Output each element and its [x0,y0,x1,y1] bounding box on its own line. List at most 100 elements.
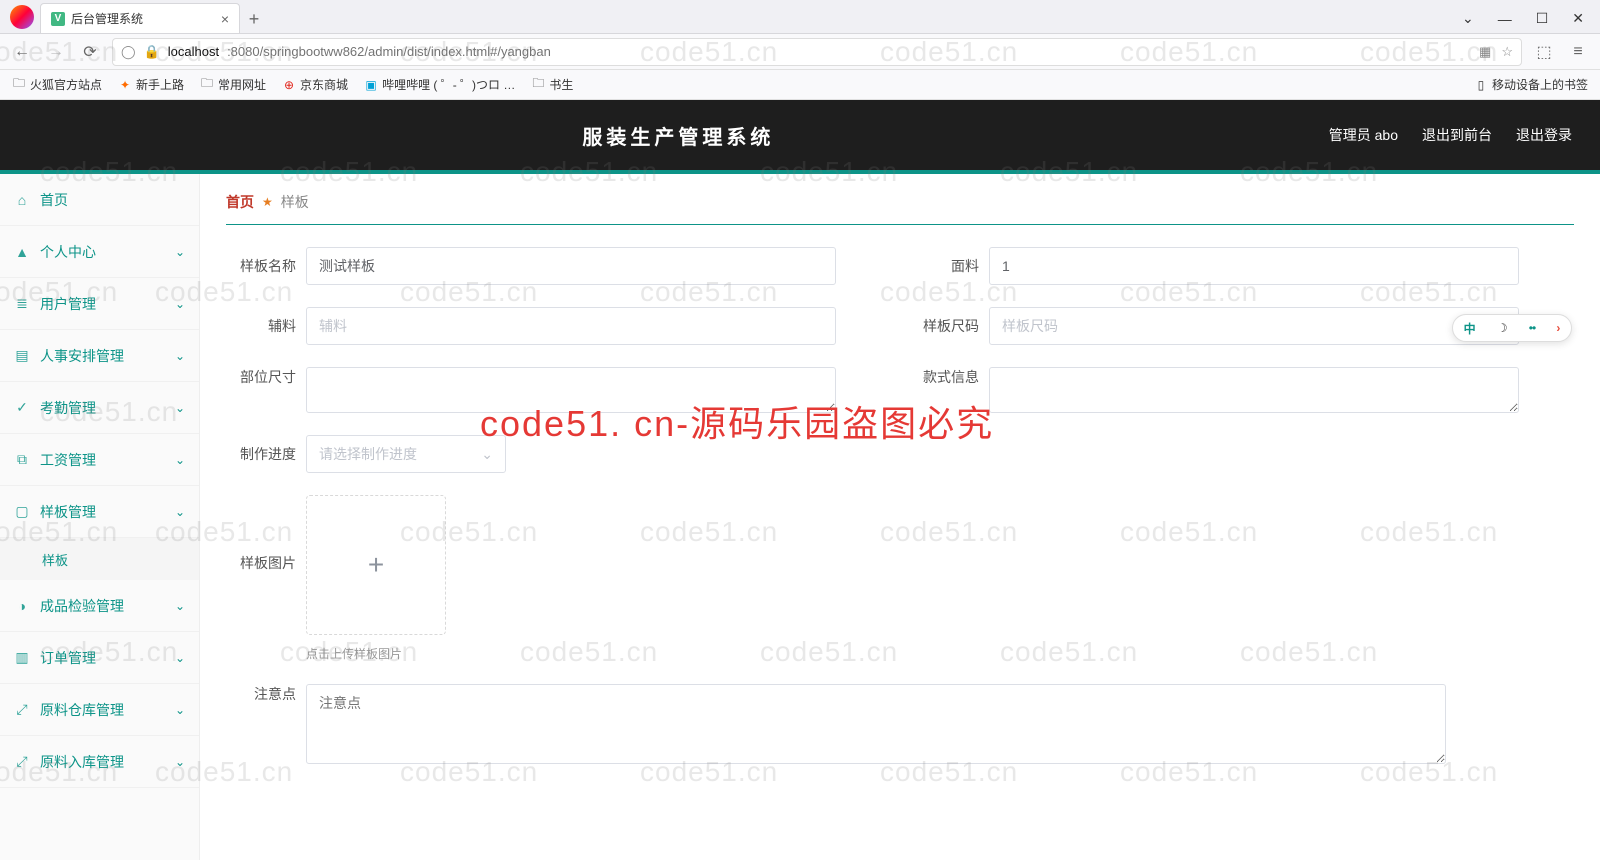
sidebar-item-inbound[interactable]: ⤢ 原料入库管理 ⌄ [0,736,199,788]
address-bar: ← → ⟳ ◯ 🔒 localhost:8080/springbootww862… [0,34,1600,70]
browser-tabbar: V 后台管理系统 × + ⌄ — ☐ ✕ [0,0,1600,34]
label-style-info: 款式信息 [909,367,979,387]
bookmark-item[interactable]: 🗀火狐官方站点 [12,76,102,93]
window-minimize-icon[interactable]: — [1498,11,1512,27]
chevron-down-icon: ⌄ [175,505,185,519]
browser-tab[interactable]: V 后台管理系统 × [40,3,240,33]
firefox-logo-icon [10,5,34,29]
chevron-down-icon: ⌄ [175,755,185,769]
extensions-icon[interactable]: ⬚ [1532,42,1556,62]
chevron-down-icon: ⌄ [175,349,185,363]
label-size-code: 样板尺码 [909,316,979,336]
user-icon: ▲ [14,244,30,260]
tab-title: 后台管理系统 [71,10,143,27]
header-exit-front[interactable]: 退出到前台 [1422,125,1492,145]
window-close-icon[interactable]: ✕ [1572,10,1584,27]
breadcrumb-current: 样板 [281,192,309,212]
sidebar-item-qc[interactable]: ◑ 成品检验管理 ⌄ [0,580,199,632]
template-form: 样板名称 面料 辅料 样板尺码 [226,247,1574,764]
textarea-notes[interactable] [306,684,1446,764]
chevron-down-icon: ⌄ [175,651,185,665]
input-fuliao[interactable] [306,307,836,345]
url-path: :8080/springbootww862/admin/dist/index.h… [227,44,551,59]
nav-back-icon[interactable]: ← [10,43,34,61]
folder-icon: 🗀 [200,78,214,92]
vue-icon: V [51,12,65,26]
rocket-icon: ✦ [118,78,132,92]
bookmark-star-icon[interactable]: ☆ [1501,44,1513,60]
select-progress[interactable]: 请选择制作进度 ⌄ [306,435,506,473]
label-name: 样板名称 [226,256,296,276]
home-icon: ⌂ [14,192,30,208]
breadcrumb-home[interactable]: 首页 [226,192,254,212]
bars-icon: ▥ [14,649,30,666]
label-fuliao: 辅料 [226,316,296,336]
plus-icon: + [368,549,384,581]
chevron-down-icon: ⌄ [175,703,185,717]
label-image: 样板图片 [226,553,296,573]
mobile-icon: ▯ [1474,78,1488,92]
input-size-code[interactable] [989,307,1519,345]
sidebar-item-warehouse[interactable]: ⤢ 原料仓库管理 ⌄ [0,684,199,736]
chevron-down-icon: ⌄ [175,453,185,467]
sidebar-item-orders[interactable]: ▥ 订单管理 ⌄ [0,632,199,684]
url-host: localhost [168,44,219,59]
bookmark-mobile[interactable]: ▯移动设备上的书签 [1474,76,1588,93]
expand-icon: ⤢ [14,701,30,718]
copy-icon: ⧉ [14,451,30,468]
sidebar-item-hr[interactable]: ▤ 人事安排管理 ⌄ [0,330,199,382]
input-mianliao[interactable] [989,247,1519,285]
qr-icon[interactable]: ▦ [1479,44,1491,60]
nav-reload-icon[interactable]: ⟳ [78,42,102,62]
sidebar-item-salary[interactable]: ⧉ 工资管理 ⌄ [0,434,199,486]
bookmark-item[interactable]: ✦新手上路 [118,76,184,93]
nav-forward-icon[interactable]: → [44,43,68,61]
input-name[interactable] [306,247,836,285]
star-icon: ★ [262,195,273,209]
sidebar-subitem-template[interactable]: 样板 [0,538,199,580]
ime-lang-icon[interactable]: 中 [1464,320,1476,337]
app-title: 服装生产管理系统 [28,121,1329,150]
bookmark-item[interactable]: 🗀常用网址 [200,76,266,93]
label-mianliao: 面料 [909,256,979,276]
url-input[interactable]: ◯ 🔒 localhost:8080/springbootww862/admin… [112,38,1522,66]
window-maximize-icon[interactable]: ☐ [1536,10,1549,27]
ime-toolbar[interactable]: 中 ☽ •⁠• › [1452,314,1572,342]
bookmark-item[interactable]: ⊕京东商城 [282,76,348,93]
bilibili-icon: ▣ [364,78,378,92]
folder-icon: 🗀 [12,78,26,92]
menu-icon[interactable]: ≡ [1566,43,1590,61]
sidebar-item-templates[interactable]: ▢ 样板管理 ⌄ [0,486,199,538]
header-user[interactable]: 管理员 abo [1329,125,1398,145]
bookmark-item[interactable]: 🗀书生 [531,76,573,93]
sidebar: ⌂ 首页 ▲ 个人中心 ⌄ ≣ 用户管理 ⌄ ▤ 人事安排管理 ⌄ ✓ 考勤管理… [0,174,200,860]
bookmark-item[interactable]: ▣哔哩哔哩 ( ゜- ゜)つロ … [364,76,515,93]
verify-icon: ◑ [14,598,30,614]
tab-close-icon[interactable]: × [221,11,229,27]
sidebar-item-attendance[interactable]: ✓ 考勤管理 ⌄ [0,382,199,434]
jd-icon: ⊕ [282,78,296,92]
ime-arrow-icon[interactable]: › [1556,321,1560,335]
header-logout[interactable]: 退出登录 [1516,125,1572,145]
sidebar-item-home[interactable]: ⌂ 首页 [0,174,199,226]
chevron-down-icon: ⌄ [175,401,185,415]
clipboard-icon: ▤ [14,347,30,364]
chevron-down-icon: ⌄ [175,245,185,259]
ime-dots-icon[interactable]: •⁠• [1529,321,1535,335]
check-icon: ✓ [14,399,30,416]
upload-hint: 点击上传样板图片 [306,645,446,662]
chevron-down-icon: ⌄ [175,599,185,613]
chevron-down-icon: ⌄ [175,297,185,311]
upload-box[interactable]: + [306,495,446,635]
label-progress: 制作进度 [226,444,296,464]
chevron-down-icon: ⌄ [481,446,493,463]
textarea-part-size[interactable] [306,367,836,413]
sidebar-item-users[interactable]: ≣ 用户管理 ⌄ [0,278,199,330]
new-tab-button[interactable]: + [240,5,268,33]
label-notes: 注意点 [226,684,296,704]
sidebar-item-personal[interactable]: ▲ 个人中心 ⌄ [0,226,199,278]
textarea-style-info[interactable] [989,367,1519,413]
bookmarks-bar: 🗀火狐官方站点 ✦新手上路 🗀常用网址 ⊕京东商城 ▣哔哩哔哩 ( ゜- ゜)つ… [0,70,1600,100]
moon-icon[interactable]: ☽ [1497,321,1508,335]
window-dropdown-icon[interactable]: ⌄ [1462,10,1474,27]
